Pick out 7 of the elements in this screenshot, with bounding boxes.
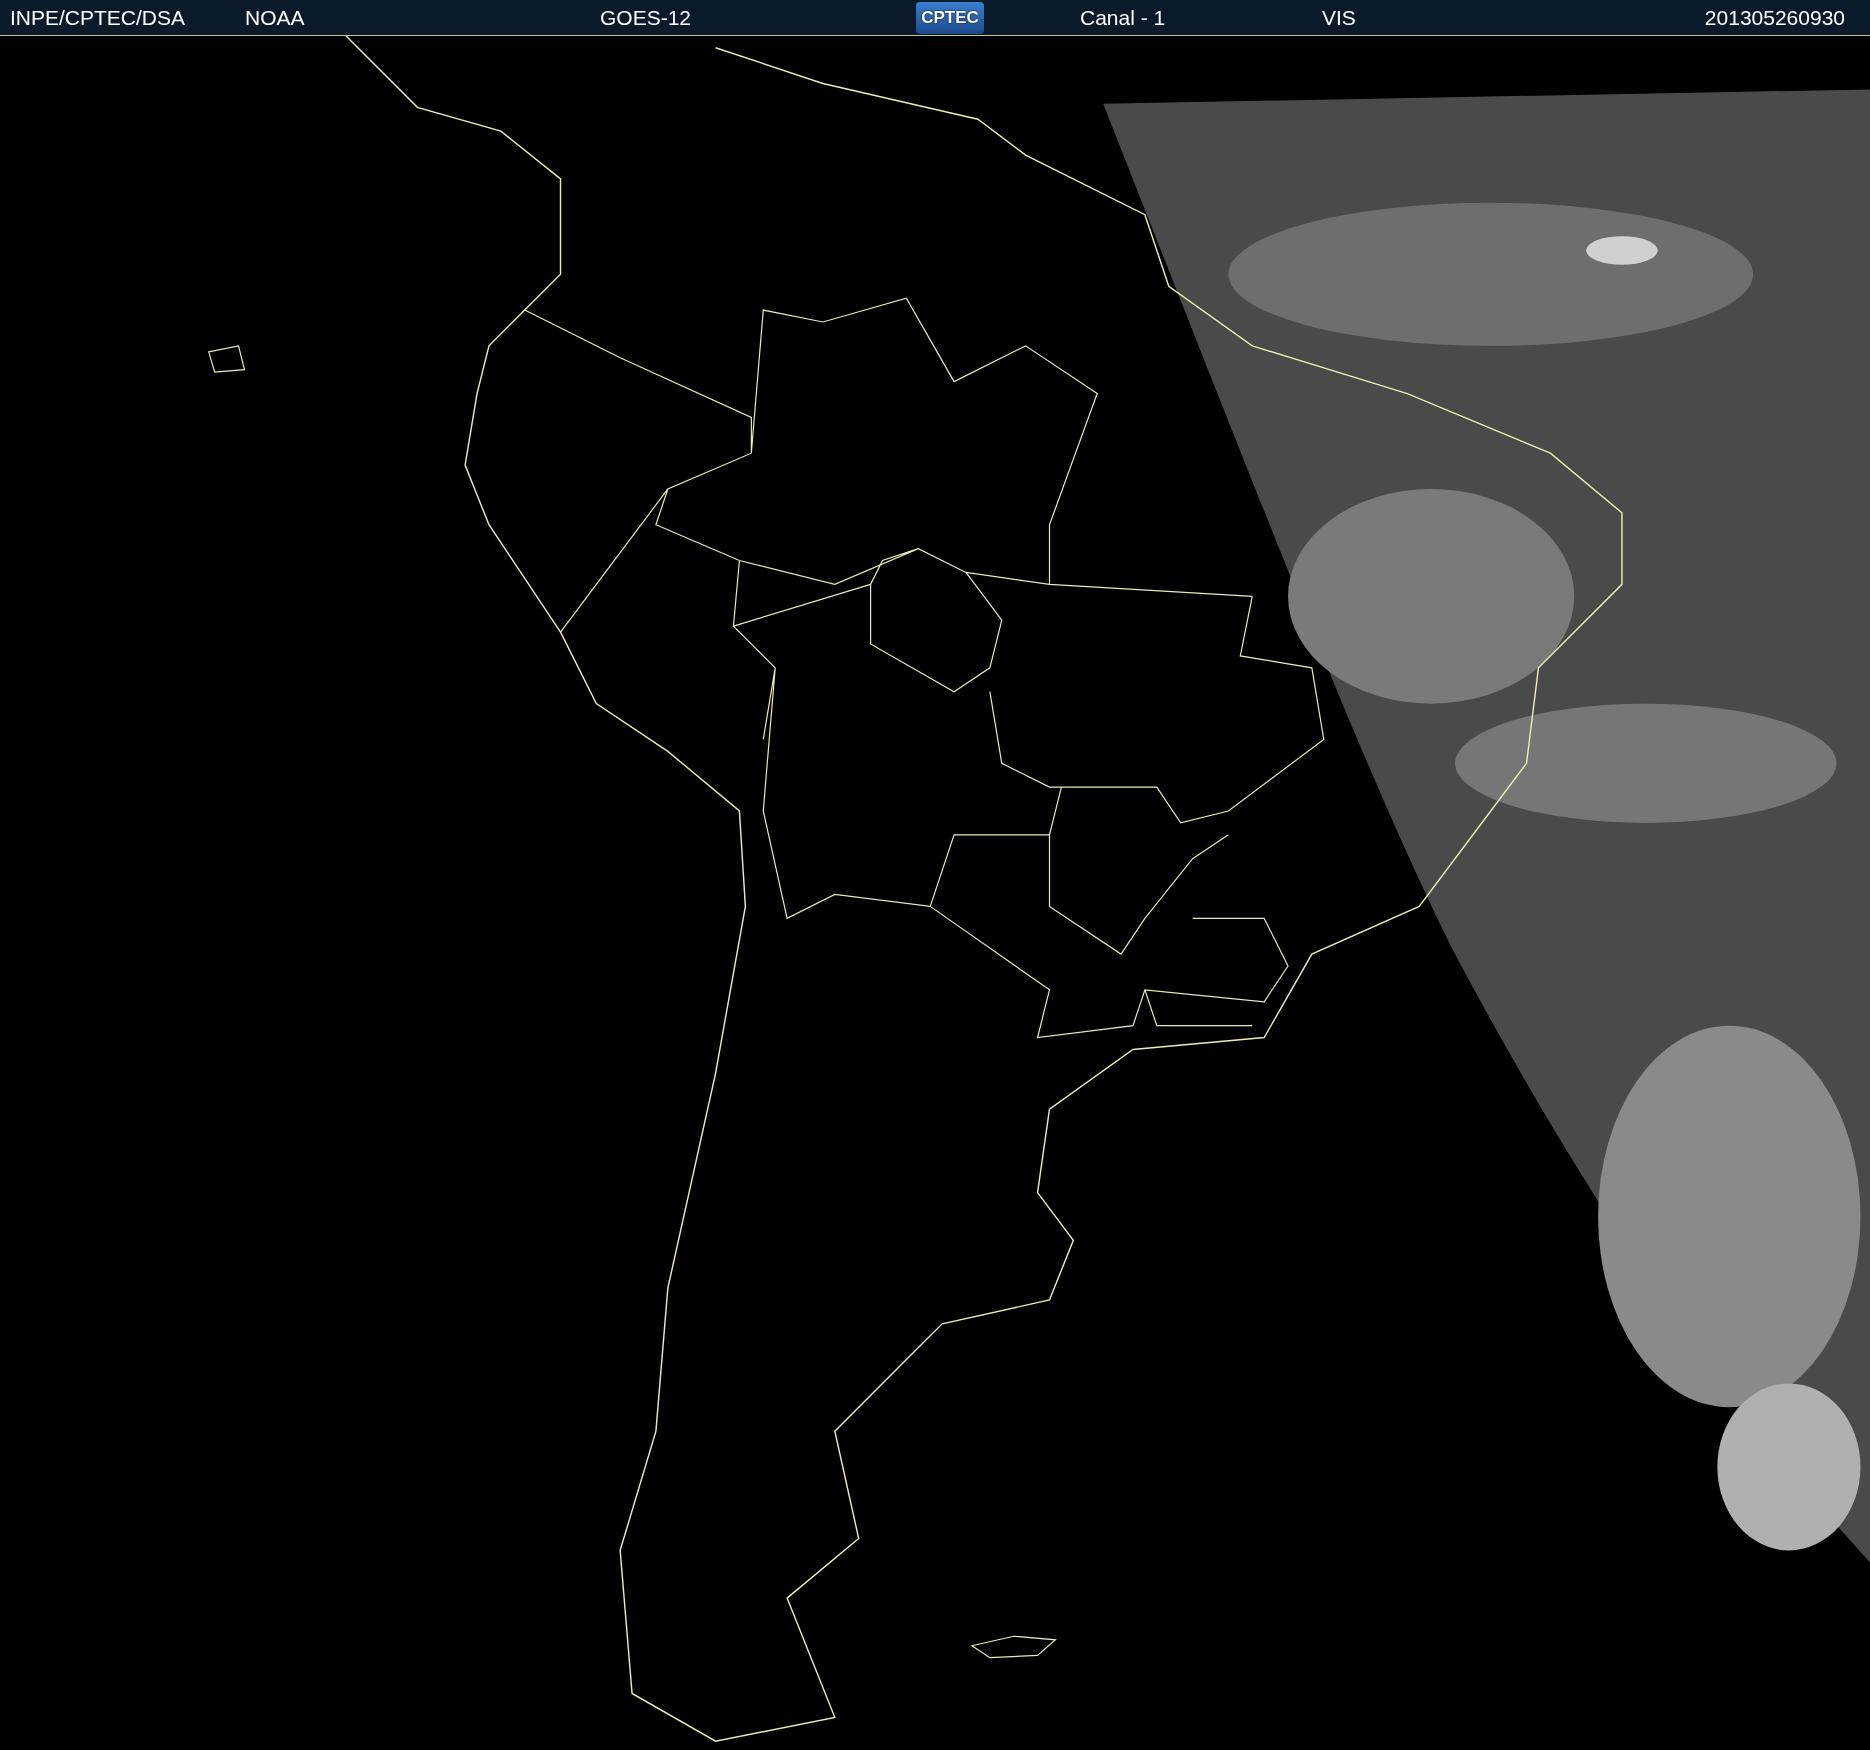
header-label: GOES-12 (600, 5, 692, 30)
header-label: NOAA (245, 5, 305, 30)
header-label: Canal - 1 (1080, 5, 1166, 30)
timestamp: 201305260930 (1704, 5, 1845, 30)
logo: CPTEC (916, 1, 984, 34)
header-label: VIS (1322, 5, 1356, 30)
header-label: INPE/CPTEC/DSA (10, 5, 186, 30)
